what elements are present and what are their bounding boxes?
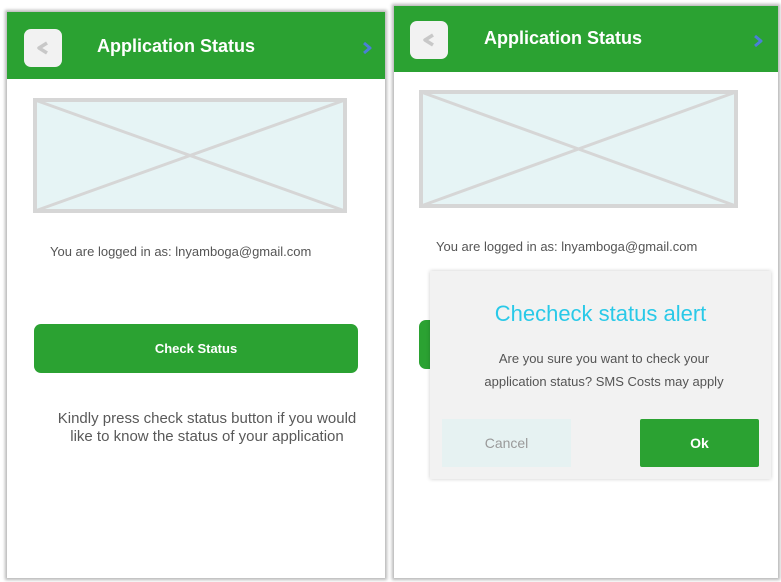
ok-button[interactable]: Ok <box>640 419 759 467</box>
screen-left: Application Status You are logged in as:… <box>7 12 385 578</box>
check-status-button[interactable]: Check Status <box>34 324 358 373</box>
page-title: Application Status <box>484 28 643 48</box>
header-bar: Application Status <box>394 6 778 72</box>
chevron-right-icon[interactable] <box>753 34 763 48</box>
header-bar: Application Status <box>7 12 385 79</box>
image-placeholder <box>33 98 347 213</box>
hint-text: Kindly press check status button if you … <box>57 410 357 445</box>
dialog-message: Are you sure you want to check your appl… <box>484 351 724 389</box>
chevron-left-icon <box>423 33 434 47</box>
screen-right: Application Status You are logged in as:… <box>394 6 778 578</box>
page-title: Application Status <box>97 36 256 56</box>
chevron-right-icon[interactable] <box>362 41 372 55</box>
image-placeholder <box>419 90 738 208</box>
back-button[interactable] <box>24 29 62 67</box>
back-button[interactable] <box>410 21 448 59</box>
confirm-dialog: Checheck status alert Are you sure you w… <box>430 271 771 479</box>
logged-in-text: You are logged in as: lnyamboga@gmail.co… <box>436 239 698 254</box>
cancel-button[interactable]: Cancel <box>442 419 571 467</box>
chevron-left-icon <box>37 41 48 55</box>
dialog-title: Checheck status alert <box>494 301 707 326</box>
logged-in-text: You are logged in as: lnyamboga@gmail.co… <box>50 244 312 259</box>
